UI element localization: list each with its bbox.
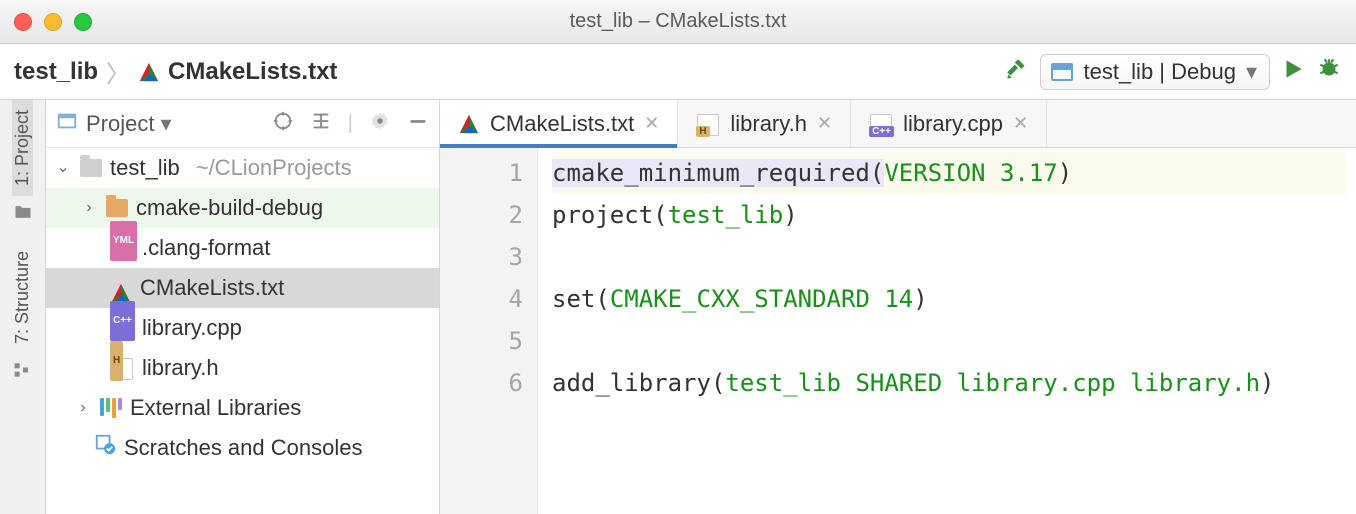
- tool-tab-project-label: 1: Project: [12, 110, 33, 186]
- cmake-icon: [138, 61, 160, 83]
- run-button[interactable]: [1280, 56, 1306, 88]
- tree-item-label: library.cpp: [142, 308, 242, 348]
- cmake-icon: [458, 113, 480, 135]
- application-icon: [1051, 63, 1073, 81]
- editor-area: CMakeLists.txt ✕ H library.h ✕ C++ libra…: [440, 100, 1356, 514]
- tree-item-label: library.h: [142, 348, 219, 388]
- folder-icon: [13, 202, 33, 227]
- debug-button[interactable]: [1316, 56, 1342, 88]
- code-content[interactable]: cmake_minimum_required(VERSION 3.17)proj…: [538, 148, 1356, 514]
- chevron-down-icon[interactable]: ⌄: [54, 148, 72, 188]
- tree-item-label: .clang-format: [142, 228, 270, 268]
- project-view-icon: [56, 110, 78, 138]
- locate-button[interactable]: [272, 110, 294, 138]
- build-button[interactable]: [1004, 56, 1030, 88]
- tree-item-clang-format[interactable]: YML .clang-format: [46, 228, 439, 268]
- breadcrumb-project-label: test_lib: [14, 58, 98, 86]
- editor-tabs: CMakeLists.txt ✕ H library.h ✕ C++ libra…: [440, 100, 1356, 148]
- scratches-icon: [94, 428, 116, 468]
- tree-item-library-h[interactable]: H library.h: [46, 348, 439, 388]
- tool-tab-structure-label: 7: Structure: [12, 251, 33, 344]
- tab-label: library.cpp: [903, 111, 1003, 137]
- tool-tab-structure[interactable]: 7: Structure: [12, 241, 33, 354]
- tree-root-label: test_lib: [110, 148, 180, 188]
- tab-cmakelists[interactable]: CMakeLists.txt ✕: [440, 100, 678, 147]
- project-view-label: Project: [86, 111, 154, 137]
- settings-button[interactable]: [369, 110, 391, 138]
- chevron-down-icon: ▾: [1246, 59, 1257, 85]
- tree-scratches[interactable]: Scratches and Consoles: [46, 428, 439, 468]
- close-window-button[interactable]: [14, 13, 32, 31]
- titlebar: test_lib – CMakeLists.txt: [0, 0, 1356, 44]
- h-file-icon: H: [110, 356, 134, 380]
- project-tool-window: Project ▾ | ⌄ test_lib ~/CLionProjects ›: [46, 100, 440, 514]
- cpp-file-icon: C++: [110, 316, 134, 340]
- code-editor[interactable]: 1 2 3 4 5 6 cmake_minimum_required(VERSI…: [440, 148, 1356, 514]
- breadcrumb-file[interactable]: CMakeLists.txt: [138, 58, 337, 86]
- chevron-down-icon: ▾: [160, 111, 171, 137]
- tree-root[interactable]: ⌄ test_lib ~/CLionProjects: [46, 148, 439, 188]
- zoom-window-button[interactable]: [74, 13, 92, 31]
- tree-item-cmakelists[interactable]: CMakeLists.txt: [46, 268, 439, 308]
- expand-all-button[interactable]: [310, 110, 332, 138]
- tool-tab-project[interactable]: 1: Project: [12, 100, 33, 196]
- chevron-right-icon[interactable]: ›: [74, 388, 92, 428]
- project-view-selector[interactable]: Project ▾: [86, 111, 172, 137]
- tree-item-label: CMakeLists.txt: [140, 268, 284, 308]
- line-number: 2: [440, 194, 523, 236]
- breadcrumb: test_lib 〉 CMakeLists.txt: [14, 54, 337, 89]
- project-tool-header: Project ▾ |: [46, 100, 439, 148]
- close-tab-button[interactable]: ✕: [817, 113, 832, 134]
- tab-label: CMakeLists.txt: [490, 111, 634, 137]
- run-config-label: test_lib | Debug: [1083, 59, 1235, 85]
- hide-button[interactable]: [407, 110, 429, 138]
- close-tab-button[interactable]: ✕: [1013, 113, 1028, 134]
- run-config-selector[interactable]: test_lib | Debug ▾: [1040, 54, 1270, 90]
- tree-item-cmake-build-debug[interactable]: › cmake-build-debug: [46, 188, 439, 228]
- external-libraries-icon: [100, 398, 122, 418]
- breadcrumb-separator-icon: 〉: [106, 54, 130, 89]
- cpp-file-icon: C++: [869, 112, 893, 136]
- tree-item-label: cmake-build-debug: [136, 188, 323, 228]
- minimize-window-button[interactable]: [44, 13, 62, 31]
- project-tree[interactable]: ⌄ test_lib ~/CLionProjects › cmake-build…: [46, 148, 439, 468]
- line-number: 5: [440, 320, 523, 362]
- tree-item-label: Scratches and Consoles: [124, 428, 362, 468]
- tree-item-library-cpp[interactable]: C++ library.cpp: [46, 308, 439, 348]
- breadcrumb-project[interactable]: test_lib: [14, 58, 98, 86]
- window-title: test_lib – CMakeLists.txt: [0, 10, 1356, 33]
- h-file-icon: H: [696, 112, 720, 136]
- tree-root-path: ~/CLionProjects: [196, 148, 352, 188]
- line-number: 3: [440, 236, 523, 278]
- folder-icon: [80, 159, 102, 177]
- structure-icon: [13, 360, 33, 385]
- line-number: 6: [440, 362, 523, 404]
- window-controls: [14, 13, 92, 31]
- tree-item-label: External Libraries: [130, 388, 301, 428]
- tree-external-libraries[interactable]: › External Libraries: [46, 388, 439, 428]
- line-number: 1: [440, 152, 523, 194]
- yml-file-icon: YML: [110, 236, 134, 260]
- left-tool-strip: 1: Project 7: Structure: [0, 100, 46, 514]
- breadcrumb-file-label: CMakeLists.txt: [168, 58, 337, 86]
- tab-library-cpp[interactable]: C++ library.cpp ✕: [851, 100, 1047, 147]
- chevron-right-icon[interactable]: ›: [80, 188, 98, 228]
- cmake-icon: [110, 277, 132, 299]
- navigation-bar: test_lib 〉 CMakeLists.txt test_lib | Deb…: [0, 44, 1356, 100]
- folder-icon: [106, 199, 128, 217]
- tab-library-h[interactable]: H library.h ✕: [678, 100, 851, 147]
- line-number: 4: [440, 278, 523, 320]
- gutter: 1 2 3 4 5 6: [440, 148, 538, 514]
- tab-label: library.h: [730, 111, 807, 137]
- close-tab-button[interactable]: ✕: [644, 113, 659, 134]
